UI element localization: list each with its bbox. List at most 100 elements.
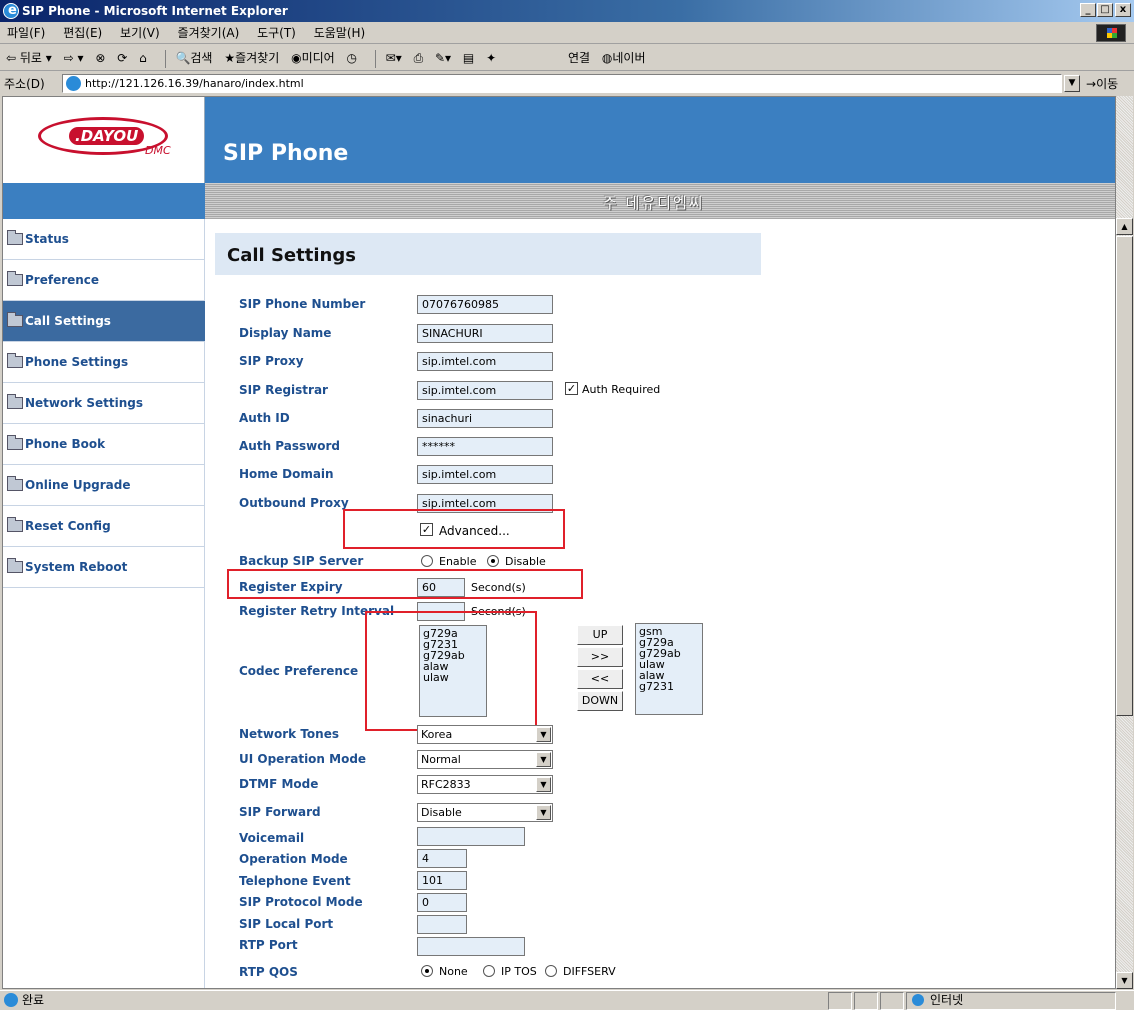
folder-icon [7,312,23,327]
menu-tools[interactable]: 도구(T) [250,22,303,44]
sidebar-item-online-upgrade[interactable]: Online Upgrade [3,465,205,506]
stop-icon[interactable]: ⊗ [95,45,105,71]
app-title: SIP Phone [223,141,349,166]
voicemail-label: Voicemail [239,831,305,845]
menu-file[interactable]: 파일(F) [0,22,52,44]
sip-forward-select[interactable]: Disable ▼ [417,803,553,822]
chevron-down-icon[interactable]: ▼ [536,805,551,820]
operation-mode-input[interactable]: 4 [417,849,467,868]
favorites-button[interactable]: ★즐겨찾기 [224,45,279,71]
sidebar-item-reset-config[interactable]: Reset Config [3,506,205,547]
qos-iptos-radio[interactable] [483,965,495,977]
codec-add-button[interactable]: >> [577,647,623,667]
naver-link[interactable]: ◍네이버 [602,45,646,71]
forward-button[interactable]: ⇨ ▾ [64,45,84,71]
highlight-box-expiry [227,569,583,599]
sip-local-port-input[interactable] [417,915,467,934]
auth-id-input[interactable]: sinachuri [417,409,553,428]
scroll-thumb[interactable] [1116,236,1133,716]
messenger-icon[interactable]: ✦ [486,45,496,71]
discuss-icon[interactable]: ▤ [463,45,474,71]
windows-logo-icon [1096,24,1126,42]
network-tones-value: Korea [421,728,453,741]
sidebar-item-status[interactable]: Status [3,219,205,260]
sidebar-item-phone-book[interactable]: Phone Book [3,424,205,465]
qos-diffserv-radio[interactable] [545,965,557,977]
chevron-down-icon[interactable]: ▼ [536,727,551,742]
home-domain-label: Home Domain [239,467,334,481]
menu-edit[interactable]: 편집(E) [56,22,109,44]
backup-enable-label: Enable [439,555,477,568]
address-dropdown-icon[interactable]: ▼ [1064,75,1080,92]
edit-icon[interactable]: ✎▾ [435,45,451,71]
media-button[interactable]: ◉미디어 [291,45,335,71]
auth-password-input[interactable]: ****** [417,437,553,456]
sip-registrar-label: SIP Registrar [239,383,328,397]
close-button[interactable]: x [1115,3,1131,17]
dtmf-mode-value: RFC2833 [421,778,471,791]
back-button[interactable]: ⇦ 뒤로 ▾ [6,45,52,71]
sip-protocol-mode-input[interactable]: 0 [417,893,467,912]
main-content: Call Settings SIP Phone Number 070767609… [205,219,1100,988]
scroll-up-icon[interactable]: ▲ [1116,218,1133,235]
rtp-port-input[interactable] [417,937,525,956]
network-tones-select[interactable]: Korea ▼ [417,725,553,744]
sidebar-label: Online Upgrade [25,478,131,492]
refresh-icon[interactable]: ⟳ [117,45,127,71]
menu-view[interactable]: 보기(V) [113,22,167,44]
go-button[interactable]: →이동 [1086,75,1118,92]
backup-disable-radio[interactable] [487,555,499,567]
ui-operation-mode-select[interactable]: Normal ▼ [417,750,553,769]
sidebar-item-system-reboot[interactable]: System Reboot [3,547,205,588]
maximize-button[interactable]: □ [1097,3,1113,17]
chevron-down-icon[interactable]: ▼ [536,777,551,792]
display-name-input[interactable]: SINACHURI [417,324,553,343]
minimize-button[interactable]: _ [1080,3,1096,17]
menu-help[interactable]: 도움말(H) [307,22,373,44]
vertical-scrollbar[interactable]: ▲ ▼ [1116,96,1133,989]
status-panel [854,992,878,1010]
codec-selected-list[interactable]: gsm g729a g729ab ulaw alaw g7231 [635,623,703,715]
address-input[interactable]: http://121.126.16.39/hanaro/index.html [62,74,1062,93]
print-icon[interactable]: ⎙ [414,45,424,71]
rtp-qos-label: RTP QOS [239,965,298,979]
voicemail-input[interactable] [417,827,525,846]
company-name: 주 데유디엠씨 [603,194,705,212]
search-label: 검색 [190,51,213,65]
sidebar-item-phone-settings[interactable]: Phone Settings [3,342,205,383]
address-label: 주소(D) [4,77,45,91]
home-domain-input[interactable]: sip.imtel.com [417,465,553,484]
qos-none-radio[interactable] [421,965,433,977]
home-icon[interactable]: ⌂ [139,45,147,71]
section-header: Call Settings [215,233,761,275]
backup-enable-radio[interactable] [421,555,433,567]
search-button[interactable]: 🔍검색 [175,45,212,71]
codec-down-button[interactable]: DOWN [577,691,623,711]
ui-operation-mode-value: Normal [421,753,461,766]
auth-required-checkbox[interactable]: ✓ [565,382,578,395]
codec-option[interactable]: g7231 [639,681,699,692]
sidebar-item-preference[interactable]: Preference [3,260,205,301]
codec-up-button[interactable]: UP [577,625,623,645]
page-icon [66,76,81,91]
sip-phone-number-input[interactable]: 07076760985 [417,295,553,314]
sidebar-label: Network Settings [25,396,143,410]
sidebar-label: System Reboot [25,560,128,574]
backup-disable-label: Disable [505,555,546,568]
links-label[interactable]: 연결 [568,45,590,71]
scroll-down-icon[interactable]: ▼ [1116,972,1133,989]
sidebar-item-call-settings[interactable]: Call Settings [3,301,205,342]
ui-operation-mode-label: UI Operation Mode [239,752,367,766]
history-icon[interactable]: ◷ [347,45,357,71]
codec-remove-button[interactable]: << [577,669,623,689]
sip-proxy-input[interactable]: sip.imtel.com [417,352,553,371]
sip-forward-label: SIP Forward [239,805,321,819]
chevron-down-icon[interactable]: ▼ [536,752,551,767]
mail-icon[interactable]: ✉▾ [386,45,402,71]
menu-favorites[interactable]: 즐겨찾기(A) [171,22,247,44]
dtmf-mode-select[interactable]: RFC2833 ▼ [417,775,553,794]
sidebar-item-network-settings[interactable]: Network Settings [3,383,205,424]
sip-registrar-input[interactable]: sip.imtel.com [417,381,553,400]
telephone-event-input[interactable]: 101 [417,871,467,890]
ie-app-icon [3,0,19,22]
